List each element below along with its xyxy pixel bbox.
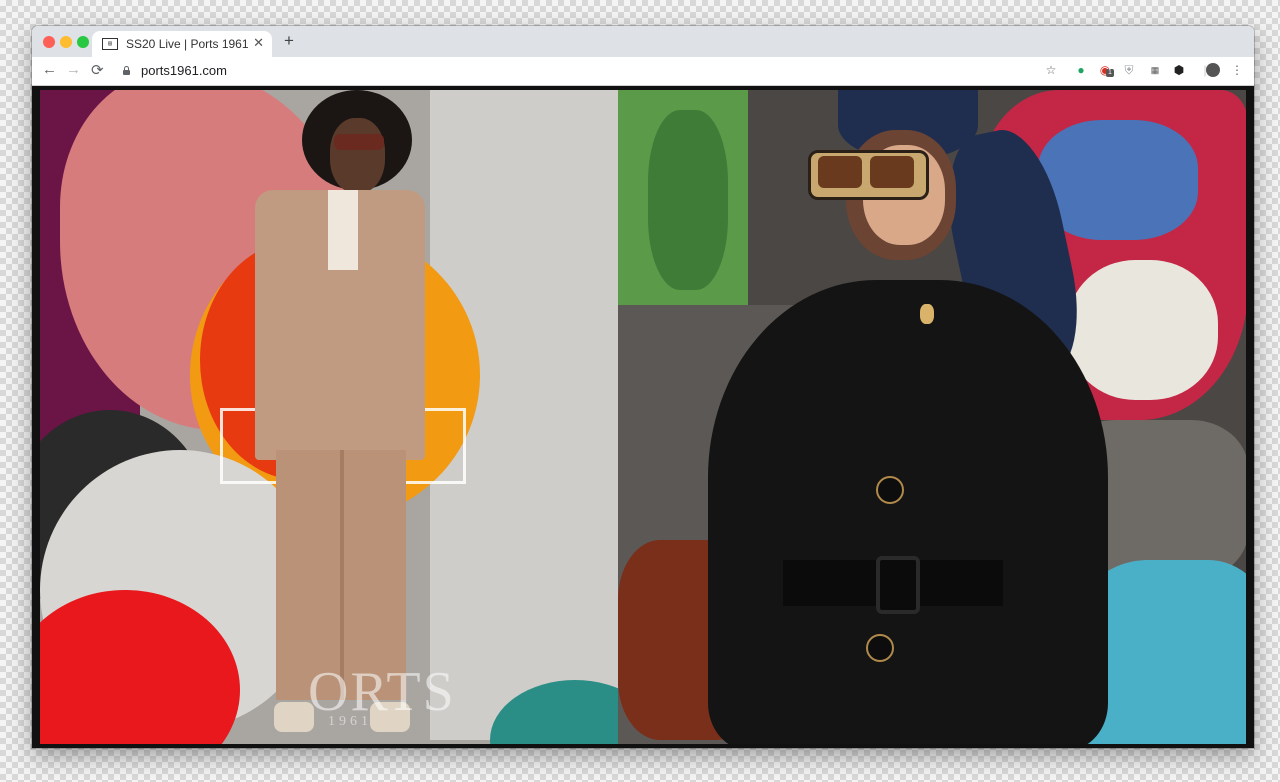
tab-strip: ▤ SS20 Live | Ports 1961 ✕ + <box>32 26 1254 57</box>
shield-icon[interactable]: ⛨ <box>1122 63 1136 77</box>
profile-avatar[interactable] <box>1206 63 1220 77</box>
extension-green-icon[interactable]: ● <box>1074 63 1088 77</box>
lock-icon <box>122 65 131 75</box>
tab-title: SS20 Live | Ports 1961 <box>126 37 249 51</box>
extension-text-icon[interactable]: ▦ <box>1148 63 1162 77</box>
news-icon: ▤ <box>102 38 118 50</box>
forward-button[interactable]: → <box>66 61 81 78</box>
left-hero-image[interactable]: ORTS 1961 <box>40 90 618 744</box>
browser-window: ▤ SS20 Live | Ports 1961 ✕ + ← → ⟳ ports… <box>32 26 1254 748</box>
extension-badge: 1 <box>1106 69 1114 77</box>
minimize-window-button[interactable] <box>60 36 72 48</box>
star-icon[interactable]: ☆ <box>1044 63 1058 77</box>
reload-button[interactable]: ⟳ <box>91 61 104 79</box>
right-hero-image[interactable] <box>618 90 1246 744</box>
new-tab-button[interactable]: + <box>284 31 294 51</box>
close-window-button[interactable] <box>43 36 55 48</box>
watermark-year: 1961 <box>328 714 372 729</box>
back-button[interactable]: ← <box>42 61 57 78</box>
browser-toolbar: ← → ⟳ ports1961.com ☆ ● ◉ 1 ⛨ ▦ ⬢ | ⋮ <box>32 57 1254 86</box>
maximize-window-button[interactable] <box>77 36 89 48</box>
menu-icon[interactable]: ⋮ <box>1230 63 1244 77</box>
address-bar[interactable]: ports1961.com <box>114 59 1064 81</box>
tab-ss20-live[interactable]: ▤ SS20 Live | Ports 1961 ✕ <box>92 31 272 57</box>
page-content: ORTS 1961 <box>32 86 1254 748</box>
close-tab-icon[interactable]: ✕ <box>253 35 264 51</box>
extension-dark-icon[interactable]: ⬢ <box>1172 63 1186 77</box>
url-text: ports1961.com <box>141 62 227 78</box>
